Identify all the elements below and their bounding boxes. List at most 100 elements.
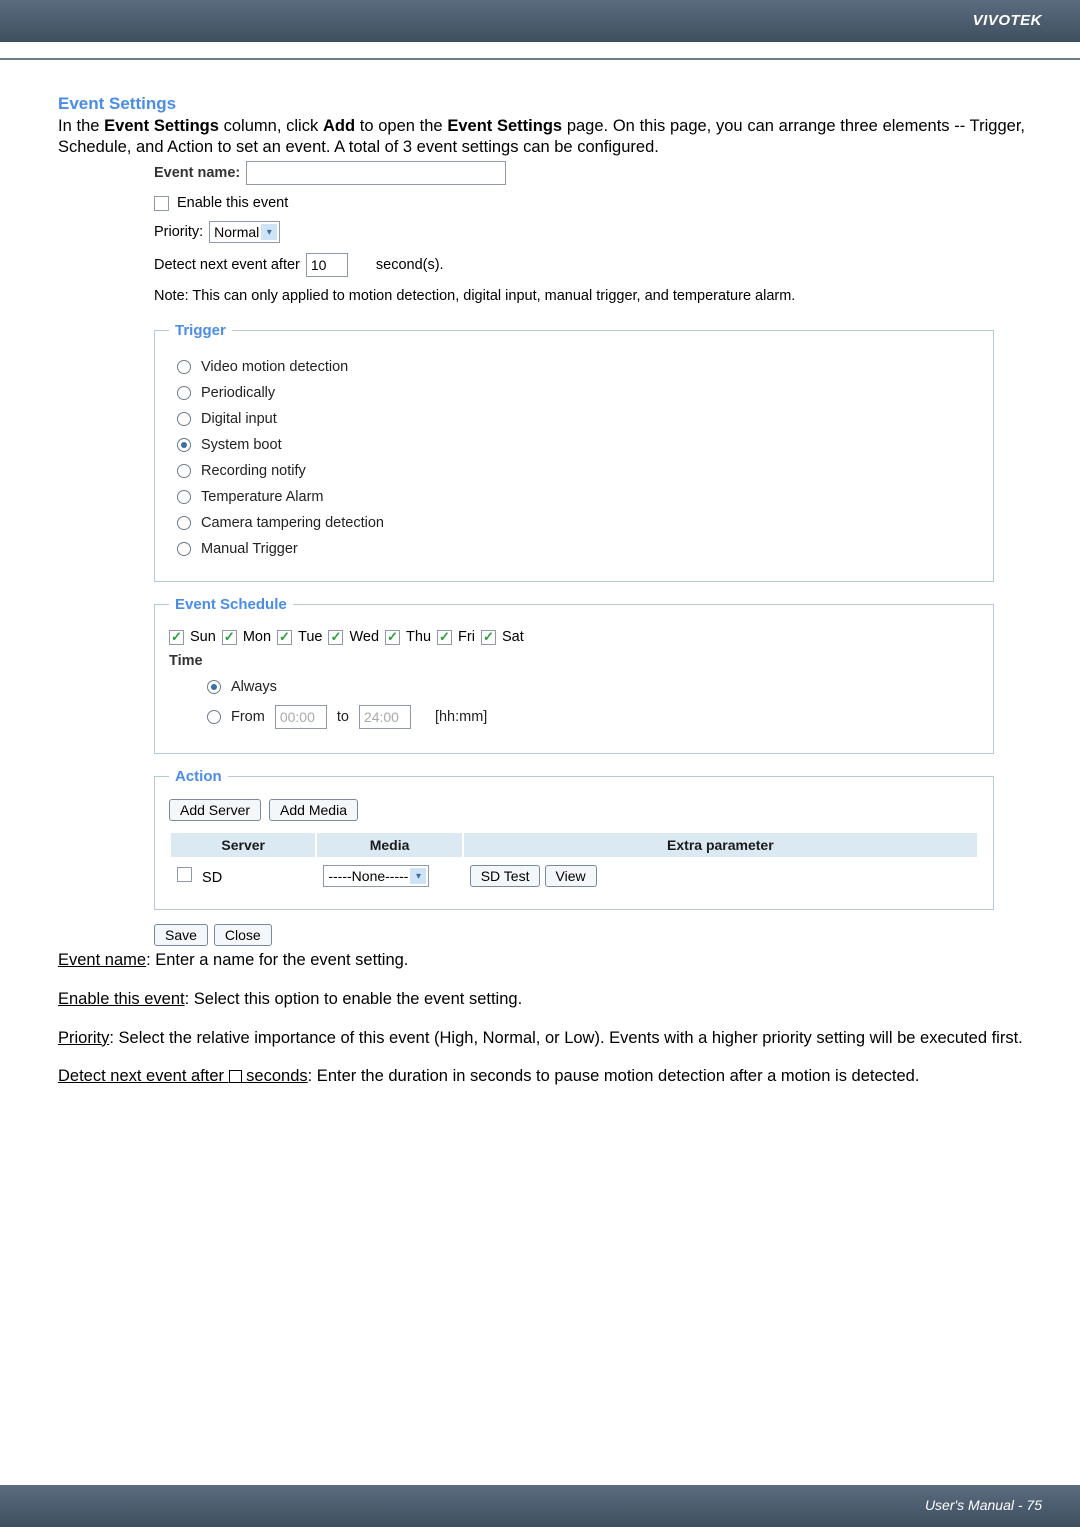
- day-label: Fri: [458, 629, 475, 645]
- action-table: Server Media Extra parameter SD -----Non…: [169, 831, 979, 895]
- header-bar: VIVOTEK: [0, 0, 1080, 42]
- add-server-button[interactable]: Add Server: [169, 799, 261, 821]
- detect-next-label-post: second(s).: [376, 257, 444, 273]
- def-detect-next: Detect next event after seconds: Enter t…: [58, 1066, 1025, 1087]
- footer-page-label: User's Manual - 75: [925, 1497, 1042, 1513]
- chevron-down-icon: ▾: [410, 868, 426, 884]
- save-button[interactable]: Save: [154, 924, 208, 946]
- radio-icon: [177, 412, 191, 426]
- trigger-option[interactable]: System boot: [177, 437, 971, 453]
- close-button[interactable]: Close: [214, 924, 272, 946]
- schedule-days: Sun Mon Tue Wed Thu Fri Sat: [169, 629, 979, 645]
- trigger-option[interactable]: Video motion detection: [177, 359, 971, 375]
- view-button[interactable]: View: [545, 865, 597, 887]
- from-time-input[interactable]: [275, 705, 327, 729]
- day-checkbox-sun[interactable]: [169, 630, 184, 645]
- event-name-input[interactable]: [246, 161, 506, 185]
- chevron-down-icon: ▾: [261, 224, 277, 240]
- detect-next-input[interactable]: [306, 253, 348, 277]
- th-server: Server: [171, 833, 315, 857]
- radio-icon: [207, 680, 221, 694]
- priority-value: Normal: [214, 224, 259, 240]
- def-term-part: seconds: [242, 1067, 308, 1085]
- day-checkbox-tue[interactable]: [277, 630, 292, 645]
- day-checkbox-fri[interactable]: [437, 630, 452, 645]
- def-priority: Priority: Select the relative importance…: [58, 1028, 1025, 1049]
- intro-text: In the: [58, 117, 104, 135]
- def-term: Detect next event after seconds: [58, 1067, 308, 1085]
- def-enable-event: Enable this event: Select this option to…: [58, 989, 1025, 1010]
- sd-checkbox[interactable]: [177, 867, 192, 882]
- event-name-label: Event name:: [154, 165, 240, 181]
- trigger-option-label: Temperature Alarm: [201, 489, 324, 505]
- trigger-option-label: Video motion detection: [201, 359, 348, 375]
- trigger-option[interactable]: Digital input: [177, 411, 971, 427]
- day-label: Sat: [502, 629, 524, 645]
- trigger-option[interactable]: Periodically: [177, 385, 971, 401]
- schedule-legend: Event Schedule: [169, 596, 293, 613]
- trigger-option-label: Recording notify: [201, 463, 306, 479]
- trigger-option[interactable]: Camera tampering detection: [177, 515, 971, 531]
- def-text: : Enter a name for the event setting.: [146, 951, 408, 969]
- trigger-option[interactable]: Temperature Alarm: [177, 489, 971, 505]
- intro-bold-2: Add: [323, 117, 355, 135]
- day-label: Wed: [349, 629, 379, 645]
- day-label: Sun: [190, 629, 216, 645]
- def-term: Enable this event: [58, 990, 185, 1008]
- radio-icon: [177, 438, 191, 452]
- to-time-input[interactable]: [359, 705, 411, 729]
- event-settings-form: Event name: Enable this event Priority: …: [154, 161, 994, 946]
- radio-icon: [177, 490, 191, 504]
- media-select-value: -----None-----: [328, 868, 408, 884]
- intro-paragraph: In the Event Settings column, click Add …: [58, 116, 1025, 157]
- intro-bold-3: Event Settings: [447, 117, 562, 135]
- radio-icon: [177, 516, 191, 530]
- page-content: Event Settings In the Event Settings col…: [0, 60, 1080, 1087]
- trigger-option-label: Camera tampering detection: [201, 515, 384, 531]
- trigger-option[interactable]: Recording notify: [177, 463, 971, 479]
- time-always-option[interactable]: Always: [207, 679, 971, 695]
- trigger-option[interactable]: Manual Trigger: [177, 541, 971, 557]
- sd-test-button[interactable]: SD Test: [470, 865, 541, 887]
- day-checkbox-wed[interactable]: [328, 630, 343, 645]
- trigger-option-label: System boot: [201, 437, 282, 453]
- day-checkbox-sat[interactable]: [481, 630, 496, 645]
- add-media-button[interactable]: Add Media: [269, 799, 358, 821]
- day-label: Thu: [406, 629, 431, 645]
- table-row: SD -----None----- ▾ SD Test View: [171, 859, 977, 893]
- section-title: Event Settings: [58, 94, 1025, 114]
- def-text: : Select the relative importance of this…: [109, 1029, 1022, 1047]
- th-extra: Extra parameter: [464, 833, 977, 857]
- radio-icon: [177, 360, 191, 374]
- sd-label: SD: [202, 870, 222, 886]
- radio-icon: [177, 464, 191, 478]
- action-fieldset: Action Add Server Add Media Server Media…: [154, 768, 994, 910]
- trigger-option-label: Manual Trigger: [201, 541, 298, 557]
- def-term: Priority: [58, 1029, 109, 1047]
- day-checkbox-thu[interactable]: [385, 630, 400, 645]
- def-term-part: Detect next event after: [58, 1067, 229, 1085]
- day-label: Mon: [243, 629, 271, 645]
- enable-event-label: Enable this event: [177, 195, 288, 211]
- radio-icon: [177, 542, 191, 556]
- table-header-row: Server Media Extra parameter: [171, 833, 977, 857]
- trigger-fieldset: Trigger Video motion detection Periodica…: [154, 322, 994, 582]
- note-text: Note: This can only applied to motion de…: [154, 285, 994, 308]
- from-label: From: [231, 709, 265, 725]
- def-text: : Enter the duration in seconds to pause…: [308, 1067, 920, 1085]
- radio-icon: [177, 386, 191, 400]
- priority-label: Priority:: [154, 224, 203, 240]
- def-text: : Select this option to enable the event…: [185, 990, 523, 1008]
- def-term: Event name: [58, 951, 146, 969]
- schedule-fieldset: Event Schedule Sun Mon Tue Wed Thu Fri S…: [154, 596, 994, 754]
- trigger-option-label: Periodically: [201, 385, 275, 401]
- trigger-legend: Trigger: [169, 322, 232, 339]
- media-select[interactable]: -----None----- ▾: [323, 865, 429, 887]
- day-checkbox-mon[interactable]: [222, 630, 237, 645]
- enable-event-checkbox[interactable]: [154, 196, 169, 211]
- priority-select[interactable]: Normal ▾: [209, 221, 280, 243]
- time-range-option[interactable]: From to [hh:mm]: [207, 705, 971, 729]
- radio-icon: [207, 710, 221, 724]
- trigger-option-label: Digital input: [201, 411, 277, 427]
- time-label: Time: [169, 653, 979, 669]
